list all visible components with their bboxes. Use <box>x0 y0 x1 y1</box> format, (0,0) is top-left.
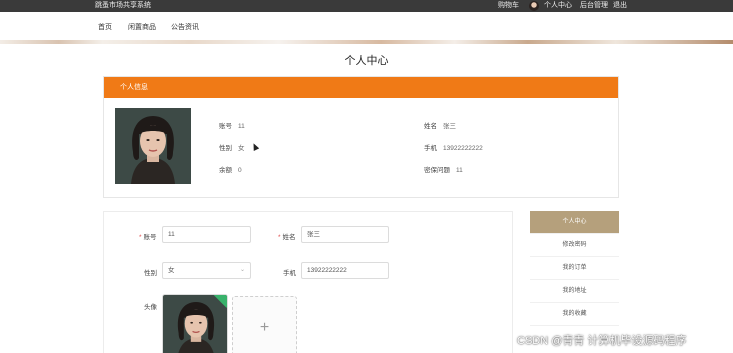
main-nav: 首页 闲置商品 公告资讯 <box>0 12 733 40</box>
upload-add-button[interactable]: + <box>232 296 297 353</box>
name-input[interactable]: 张三 <box>301 226 389 243</box>
cart-link[interactable]: 购物车 <box>498 0 519 12</box>
form-name-label: * 姓名 <box>278 234 296 241</box>
info-account: 账号 11 <box>219 123 245 130</box>
nav-item-idle-goods[interactable]: 闲置商品 <box>128 22 156 32</box>
personal-info-header: 个人信息 <box>104 77 618 98</box>
phone-input[interactable]: 13922222222 <box>301 262 389 279</box>
side-item-change-password[interactable]: 修改密码 <box>530 234 619 257</box>
profile-avatar-image <box>115 108 191 184</box>
admin-link[interactable]: 后台管理 <box>580 0 608 12</box>
side-menu: 个人中心 修改密码 我的订单 我的地址 我的收藏 <box>530 211 619 326</box>
user-avatar-icon[interactable] <box>529 1 539 11</box>
csdn-watermark: CSDN @青青 计算机毕设源码程序 <box>517 335 687 347</box>
gender-select[interactable]: 女 ⌄ <box>162 262 251 279</box>
side-item-my-address[interactable]: 我的地址 <box>530 280 619 303</box>
personal-info-card: 个人信息 账号 11 姓名 张三 性别女 手机 13922222222 余额 0 密保问… <box>103 76 619 198</box>
logout-link[interactable]: 退出 <box>613 0 627 12</box>
gender-select-value: 女 <box>168 267 175 274</box>
info-name: 姓名 张三 <box>424 123 456 130</box>
info-security-question: 密保问题 11 <box>424 167 463 174</box>
top-bar: 跳蚤市场共享系统 购物车 个人中心 后台管理 退出 <box>0 0 733 12</box>
form-gender-label: 性别 <box>144 270 157 277</box>
banner-strip <box>0 40 733 44</box>
info-balance: 余额 0 <box>219 167 242 174</box>
site-name: 跳蚤市场共享系统 <box>95 2 151 9</box>
form-account-label: * 账号 <box>139 234 157 241</box>
info-phone: 手机 13922222222 <box>424 145 483 152</box>
nav-item-announcements[interactable]: 公告资讯 <box>171 22 199 32</box>
side-item-my-favorites[interactable]: 我的收藏 <box>530 303 619 326</box>
check-icon: ✓ <box>222 294 227 298</box>
uploaded-avatar-thumbnail[interactable]: ✓ <box>162 294 228 353</box>
chevron-down-icon: ⌄ <box>239 267 245 273</box>
account-input[interactable]: 11 <box>162 226 251 243</box>
info-gender: 性别女 <box>219 145 245 152</box>
page-title: 个人中心 <box>344 55 389 67</box>
side-item-user-center[interactable]: 个人中心 <box>530 211 619 234</box>
side-item-my-orders[interactable]: 我的订单 <box>530 257 619 280</box>
nav-item-home[interactable]: 首页 <box>98 22 112 32</box>
form-avatar-label: 头像 <box>144 304 157 311</box>
user-center-link[interactable]: 个人中心 <box>544 0 572 12</box>
form-phone-label: 手机 <box>283 270 296 277</box>
